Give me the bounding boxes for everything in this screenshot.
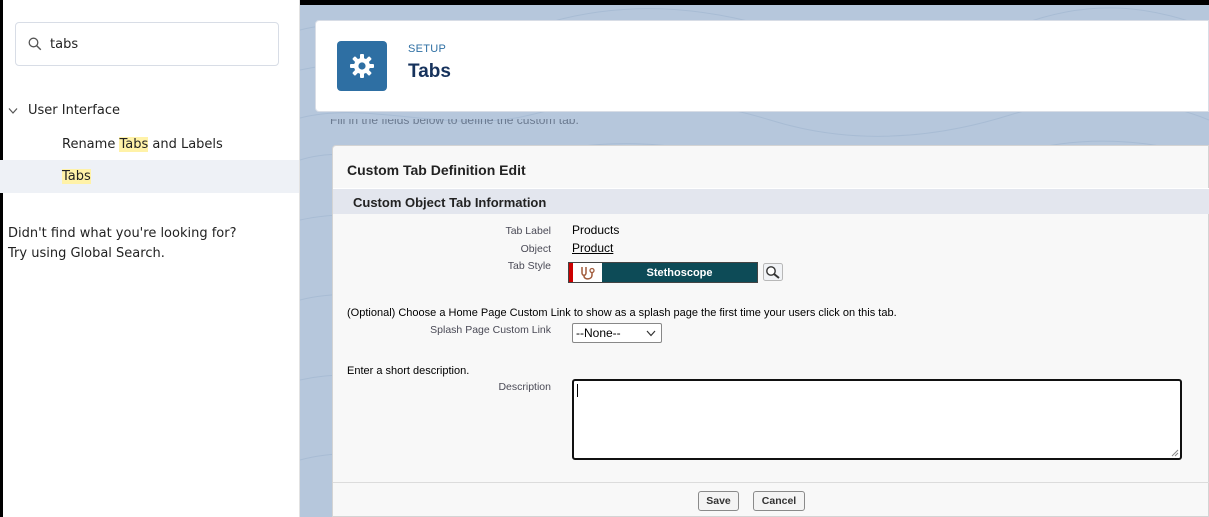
- object-label: Object: [520, 243, 551, 255]
- description-textarea[interactable]: [572, 379, 1182, 460]
- tab-label-value: Products: [572, 223, 620, 237]
- cancel-button[interactable]: Cancel: [753, 491, 805, 511]
- section-header: Custom Object Tab Information: [333, 188, 1209, 214]
- description-instructions: Enter a short description.: [347, 365, 470, 377]
- quick-find-value: tabs: [50, 36, 79, 52]
- section-title: Custom Object Tab Information: [353, 195, 547, 210]
- sidebar-item-tabs[interactable]: Tabs: [0, 160, 299, 193]
- search-help-text: Didn't find what you're looking for? Try…: [8, 226, 237, 261]
- quick-find-input[interactable]: tabs: [15, 22, 279, 66]
- custom-tab-form: Custom Tab Definition Edit Custom Object…: [332, 145, 1209, 517]
- lookup-icon[interactable]: [763, 263, 783, 281]
- breadcrumb: SETUP: [408, 43, 447, 55]
- stethoscope-icon: [569, 263, 602, 282]
- search-icon: [28, 37, 42, 51]
- intro-text: Fill in the fields below to define the c…: [330, 119, 579, 127]
- tab-label-label: Tab Label: [505, 225, 551, 237]
- splash-page-select[interactable]: --None--: [572, 323, 662, 343]
- tree-group-label: User Interface: [28, 103, 120, 118]
- tab-style-field: Stethoscope: [568, 262, 758, 283]
- window-edge: [0, 0, 3, 517]
- sidebar-item-label: Tabs: [62, 169, 91, 184]
- setup-content-area: SETUP Tabs Fill in the fields below to d…: [300, 0, 1209, 517]
- description-label: Description: [498, 381, 551, 393]
- page-header: SETUP Tabs: [315, 20, 1209, 112]
- sidebar-item-rename-tabs[interactable]: Rename Tabs and Labels: [0, 128, 299, 161]
- setup-sidebar: tabs User Interface Rename Tabs and Labe…: [0, 0, 300, 517]
- splash-page-instructions: (Optional) Choose a Home Page Custom Lin…: [347, 307, 897, 319]
- sidebar-item-label: Rename Tabs and Labels: [62, 137, 223, 152]
- resize-grip-icon[interactable]: [1170, 448, 1179, 457]
- search-match-highlight: Tabs: [62, 169, 91, 184]
- form-button-row: Save Cancel: [333, 482, 1209, 517]
- chevron-down-icon: [8, 107, 18, 114]
- object-link[interactable]: Product: [572, 241, 613, 255]
- save-button[interactable]: Save: [698, 491, 739, 511]
- chevron-down-icon: [646, 330, 656, 337]
- splash-page-label: Splash Page Custom Link: [430, 324, 551, 336]
- tab-style-label: Tab Style: [507, 260, 551, 272]
- gear-icon: [350, 54, 374, 78]
- tab-style-name: Stethoscope: [602, 263, 757, 282]
- tree-group-user-interface[interactable]: User Interface: [8, 103, 120, 118]
- form-title: Custom Tab Definition Edit: [347, 162, 526, 178]
- setup-header-icon: [337, 41, 387, 91]
- search-match-highlight: Tabs: [119, 137, 149, 152]
- splash-page-selected: --None--: [576, 326, 621, 340]
- text-caret: [577, 384, 578, 397]
- page-title: Tabs: [408, 61, 451, 82]
- content-top-edge: [300, 0, 1209, 5]
